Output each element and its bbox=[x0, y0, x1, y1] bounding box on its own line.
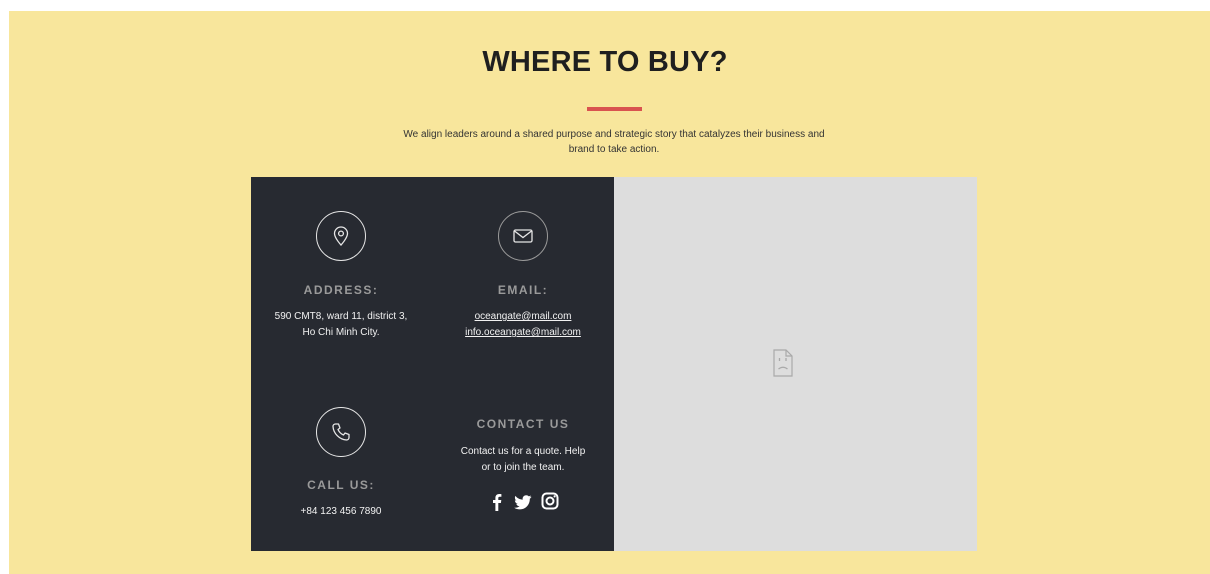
call-heading: CALL US: bbox=[307, 478, 375, 492]
broken-image-icon bbox=[773, 349, 793, 377]
phone-icon bbox=[316, 407, 366, 457]
email-link-1[interactable]: oceangate@mail.com bbox=[438, 309, 608, 325]
contact-line-1: Contact us for a quote. Help bbox=[460, 446, 586, 457]
contact-heading: CONTACT US bbox=[476, 417, 570, 431]
contact-line-2: or to join the team. bbox=[481, 462, 565, 473]
map-placeholder[interactable] bbox=[614, 177, 977, 551]
email-links: oceangate@mail.com info.oceangate@mail.c… bbox=[438, 309, 608, 341]
section-description: We align leaders around a shared purpose… bbox=[403, 129, 825, 155]
email-heading: EMAIL: bbox=[497, 283, 549, 297]
twitter-icon[interactable] bbox=[513, 492, 533, 512]
email-link-2[interactable]: info.oceangate@mail.com bbox=[438, 325, 608, 341]
address-line-1: 590 CMT8, ward 11, district 3, bbox=[274, 311, 408, 322]
facebook-icon[interactable] bbox=[487, 492, 507, 512]
phone-number[interactable]: +84 123 456 7890 bbox=[271, 504, 411, 520]
address-heading: ADDRESS: bbox=[303, 283, 379, 297]
instagram-icon[interactable] bbox=[540, 491, 560, 511]
contact-text: Contact us for a quote. Help or to join … bbox=[443, 444, 603, 476]
title-accent-bar bbox=[587, 107, 642, 111]
location-pin-icon bbox=[316, 211, 366, 261]
address-line-2: Ho Chi Minh City. bbox=[302, 327, 380, 338]
section-title: WHERE TO BUY? bbox=[482, 46, 728, 78]
envelope-icon bbox=[498, 211, 548, 261]
address-text: 590 CMT8, ward 11, district 3, Ho Chi Mi… bbox=[261, 309, 421, 341]
